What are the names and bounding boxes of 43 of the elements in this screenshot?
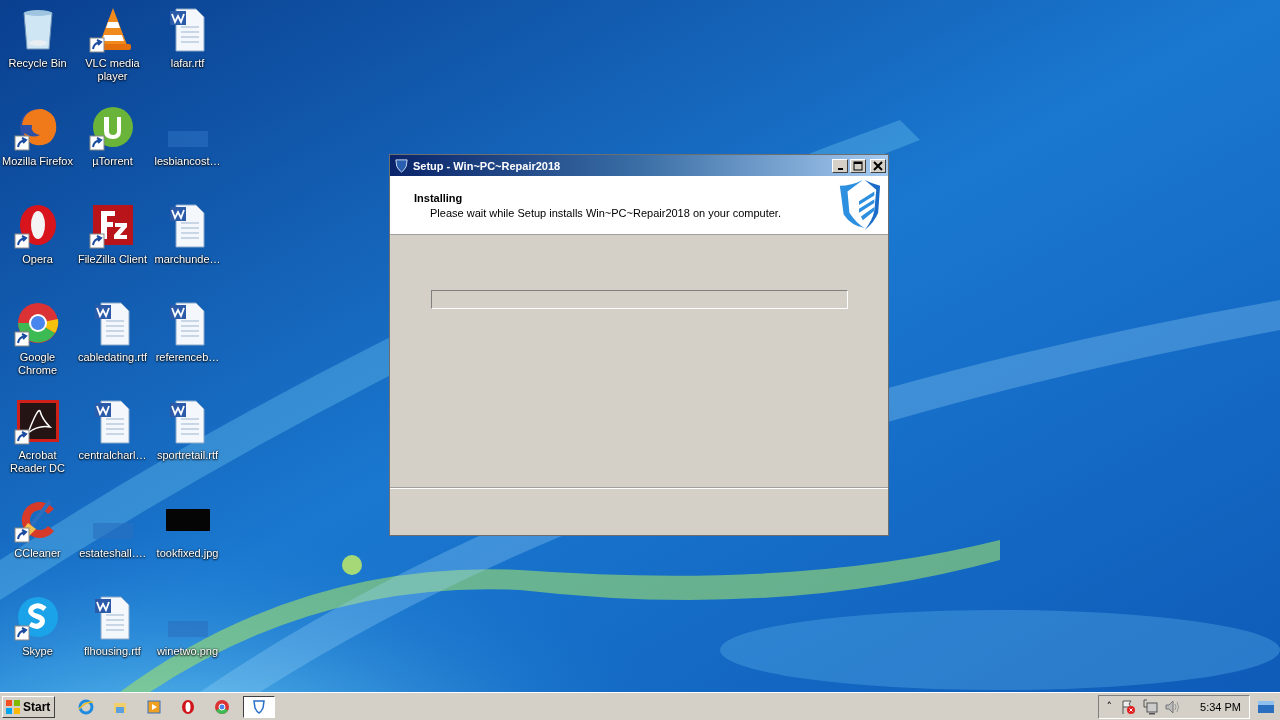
network-icon[interactable] [1142,698,1159,715]
shield-icon [394,158,409,173]
icon-label: centralcharl… [78,449,147,462]
windows-logo-icon [5,698,21,715]
icon-label: marchunde… [154,253,221,266]
icon-label: Recycle Bin [8,57,67,70]
icon-label: Opera [22,253,53,266]
window-title: Setup - Win~PC~Repair2018 [413,159,562,172]
desktop-icon[interactable] [13,397,62,445]
icon-label: lesbiancost… [154,155,221,168]
start-button[interactable]: Start [2,695,56,718]
volume-icon[interactable] [1164,698,1181,715]
icon-label: Skype [22,645,53,658]
app-icon [213,698,230,715]
app-icon [145,698,162,715]
icon-label: Mozilla Firefox [2,155,73,168]
icon-label: CCleaner [14,547,61,560]
close-icon [873,160,883,171]
icon-label: winetwo.png [156,645,219,658]
maximize-icon [853,160,863,171]
app-icon [251,698,268,715]
app-icon [77,698,94,715]
icon-label: referenceb… [155,351,220,364]
minimize-icon [837,167,843,170]
icon-label: FileZilla Client [77,253,148,266]
app-icon [179,698,196,715]
icon-label: Google Chrome [16,351,59,377]
icon-label: µTorrent [92,155,133,168]
flag-icon[interactable] [1120,698,1137,715]
icon-label: sportretail.rtf [156,449,219,462]
icon-label: cabledating.rtf [77,351,148,364]
page-subtitle: Please wait while Setup installs Win~PC~Repair2018 on your computer. [429,206,781,219]
clock[interactable]: 5:34 PM [1186,700,1241,713]
page-heading: Installing [414,191,464,204]
taskbar-button[interactable] [243,695,276,718]
icon-label: estateshall…. [79,547,146,560]
tray-expand-button[interactable]: ˄ [1104,700,1115,713]
icon-label: flhousing.rtf [84,645,141,658]
icon-label: tookfixed.jpg [156,547,219,560]
icon-label: Acrobat Reader DC [9,449,66,475]
icon-label: lafar.rtf [170,57,205,70]
icon-label: VLC media player [84,57,141,83]
monitor-icon [1258,700,1274,713]
